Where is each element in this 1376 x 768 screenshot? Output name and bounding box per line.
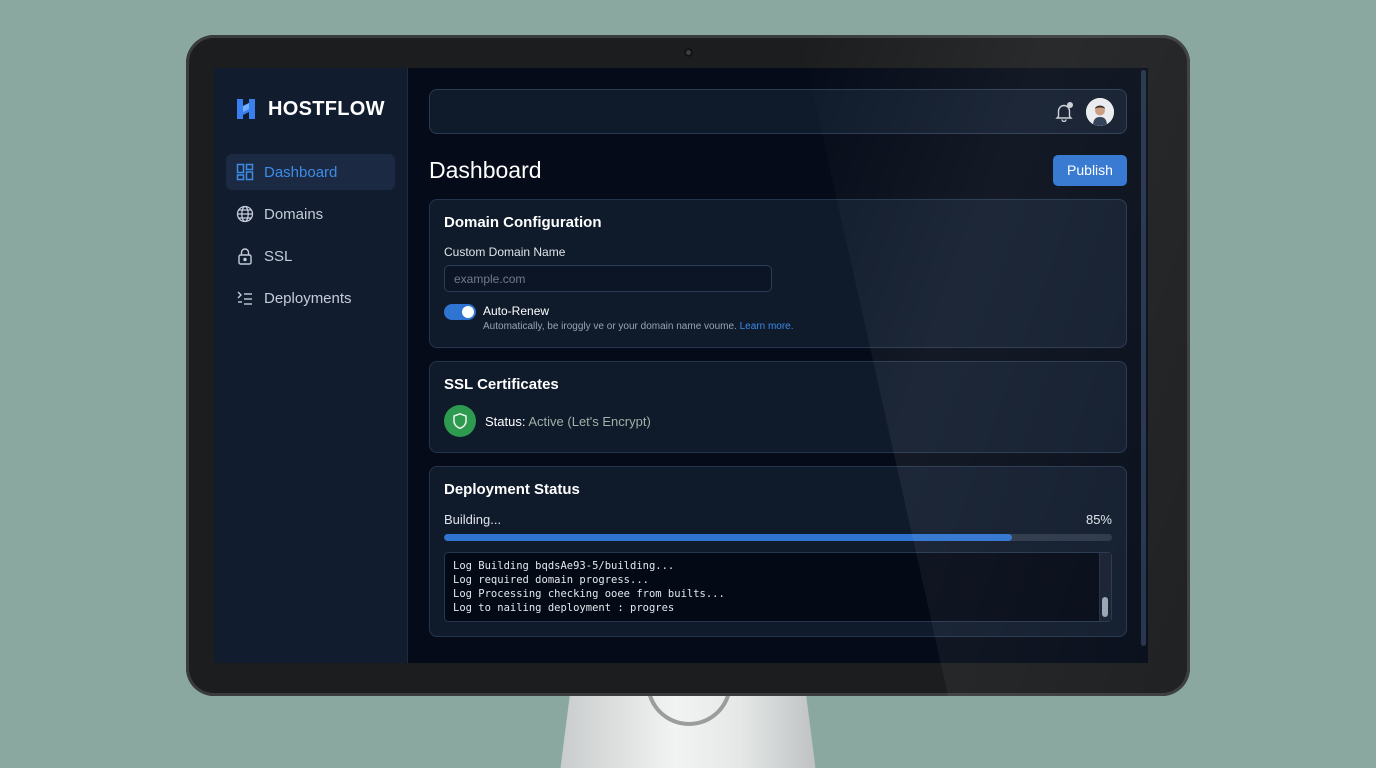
globe-icon [236, 205, 254, 223]
webcam-icon [684, 48, 693, 57]
sidebar-nav: Dashboard Domains SSL Deployments [226, 154, 395, 316]
deployment-log[interactable]: Log Building bqdsAe93-5/building... Log … [444, 552, 1112, 622]
log-scrollbar-thumb[interactable] [1102, 597, 1108, 617]
deployments-icon [237, 291, 252, 305]
screen: HOSTFLOW Dashboard Domains SSL Deploymen… [214, 68, 1148, 663]
sidebar-item-label: SSL [264, 247, 293, 265]
ssl-certificates-card: SSL Certificates Status: Active (Let's E… [429, 361, 1127, 453]
ssl-status-label: Status: [485, 413, 526, 429]
lock-icon [238, 248, 252, 265]
custom-domain-input[interactable] [444, 265, 772, 292]
page-scrollbar[interactable] [1141, 70, 1146, 646]
brand-name: HOSTFLOW [268, 97, 385, 120]
progress-header: Building... 85% [444, 512, 1112, 527]
card-title: SSL Certificates [444, 376, 559, 393]
sidebar-item-domains[interactable]: Domains [226, 196, 395, 232]
sidebar: HOSTFLOW Dashboard Domains SSL Deploymen… [214, 68, 408, 663]
deployment-state: Building... [444, 512, 502, 527]
ssl-status-row: Status: Active (Let's Encrypt) [444, 405, 1112, 437]
log-line: Log required domain progress... [453, 574, 649, 586]
auto-renew-description: Automatically, be iroggly ve or your dom… [483, 321, 794, 332]
monitor-frame: HOSTFLOW Dashboard Domains SSL Deploymen… [186, 35, 1190, 696]
ssl-status: Status: Active (Let's Encrypt) [485, 414, 651, 429]
domain-configuration-card: Domain Configuration Custom Domain Name … [429, 199, 1127, 348]
hostflow-logo-icon [237, 99, 255, 119]
log-line: Log to nailing deployment : progres [453, 602, 675, 614]
sidebar-item-label: Dashboard [264, 163, 338, 181]
page-title: Dashboard [429, 156, 542, 183]
sidebar-item-label: Deployments [264, 289, 352, 307]
learn-more-link[interactable]: Learn more. [740, 321, 794, 332]
notifications-button[interactable] [1054, 101, 1074, 122]
auto-renew-toggle[interactable] [444, 304, 476, 320]
bell-icon [1055, 104, 1073, 122]
brand[interactable]: HOSTFLOW [226, 94, 395, 124]
card-title: Deployment Status [444, 481, 580, 498]
main-content: Dashboard Publish Domain Configuration C… [408, 68, 1148, 663]
user-avatar-icon [1086, 97, 1114, 126]
auto-renew-row: Auto-Renew Automatically, be iroggly ve … [444, 304, 1112, 332]
publish-button[interactable]: Publish [1053, 154, 1127, 186]
progress-percent: 85% [1085, 512, 1112, 527]
page-header: Dashboard Publish [429, 154, 1127, 186]
auto-renew-label: Auto-Renew [483, 304, 550, 318]
log-line: Log Building bqdsAe93-5/building... [453, 560, 675, 572]
progress-bar [444, 534, 1112, 541]
top-bar [429, 89, 1127, 134]
avatar[interactable] [1086, 97, 1114, 126]
sidebar-item-dashboard[interactable]: Dashboard [226, 154, 395, 190]
progress-fill [444, 534, 1012, 541]
custom-domain-label: Custom Domain Name [444, 245, 566, 259]
description-text: Automatically, be iroggly ve or your dom… [483, 321, 737, 332]
grid-icon [236, 163, 254, 181]
deployment-status-card: Deployment Status Building... 85% Log Bu… [429, 466, 1127, 637]
ssl-status-value: Active (Let's Encrypt) [528, 413, 651, 429]
log-line: Log Processing checking ooee from builts… [453, 588, 725, 600]
sidebar-item-ssl[interactable]: SSL [226, 238, 395, 274]
sidebar-item-label: Domains [264, 205, 324, 223]
shield-icon [444, 405, 476, 437]
log-scrollbar[interactable] [1099, 553, 1111, 621]
card-title: Domain Configuration [444, 214, 602, 231]
sidebar-item-deployments[interactable]: Deployments [226, 280, 395, 316]
notification-dot [1067, 101, 1073, 108]
